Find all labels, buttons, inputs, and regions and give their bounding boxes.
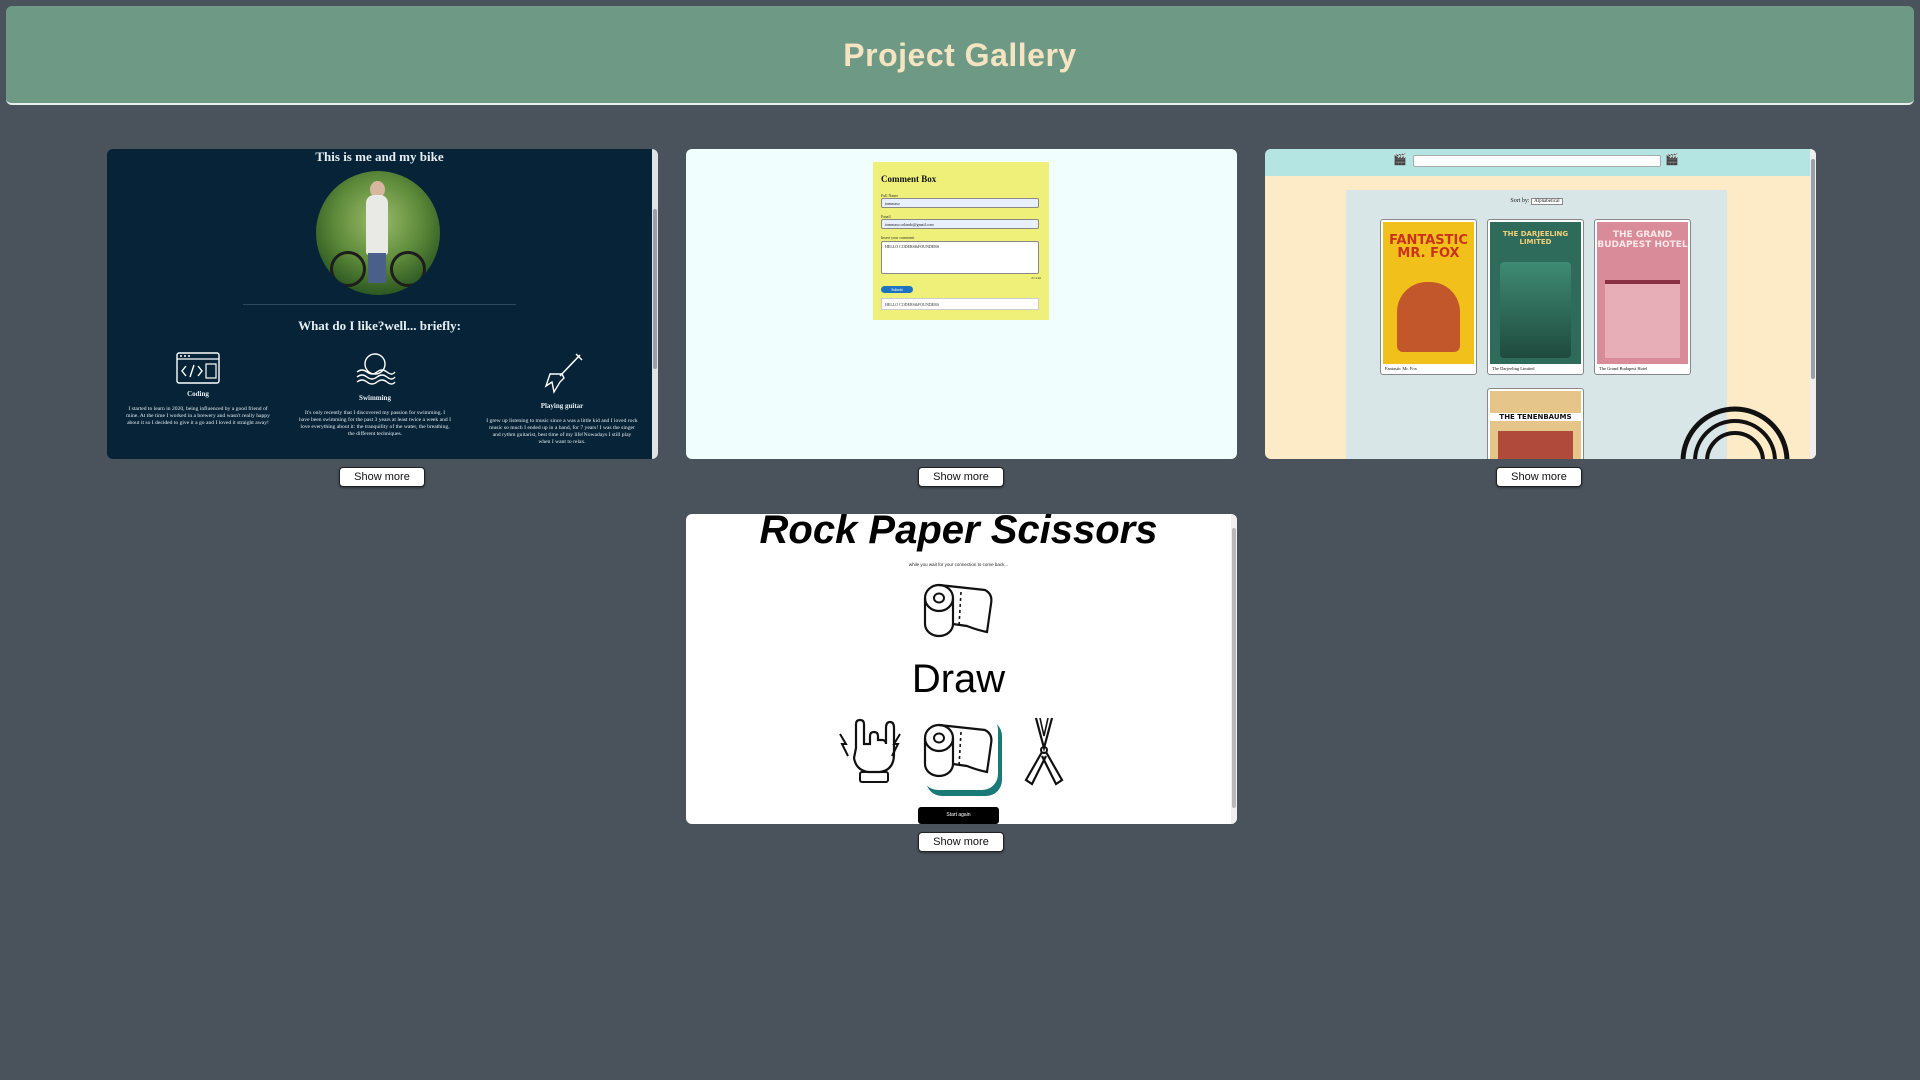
waves-icon [356,353,396,385]
project-card-movie-list[interactable]: 🎬 🎬 Sort by: Alphabetical FANTASTIC MR. … [1265,149,1816,459]
game-result: Draw [911,657,1006,701]
movie-poster: THE GRAND BUDAPEST HOTEL [1597,222,1688,364]
show-more-button[interactable]: Show more [1496,467,1582,487]
search-input[interactable] [1413,155,1661,167]
hobby-title: Swimming [359,394,391,402]
paper-roll-icon [923,583,993,638]
movie-title: The Darjeeling Limited [1492,366,1535,371]
project-card-comment-box[interactable]: Comment Box Full Name tommaso Email tomm… [686,149,1237,459]
email-field[interactable]: tommaso.orlando@gmail.com [881,219,1039,229]
film-reel-icon [1680,406,1790,459]
clapperboard-icon: 🎬 [1393,154,1407,166]
divider [243,304,516,305]
movie-poster: THE TENENBAUMS [1490,391,1581,459]
show-more-button[interactable]: Show more [918,832,1004,852]
page-header: Project Gallery [6,6,1914,105]
hobby-title: Playing guitar [540,402,584,410]
game-title: Rock Paper Scissors [759,514,1158,552]
scrollbar[interactable] [1231,514,1237,824]
comment-box-title: Comment Box [881,174,937,184]
rock-hand-icon[interactable] [834,714,906,786]
hobbies-heading: What do I like?well... briefly: [298,318,461,333]
scissors-icon[interactable] [1014,714,1074,786]
game-note: while you wait for your connection to co… [908,562,1009,567]
page-title: Project Gallery [843,37,1077,73]
full-name-field[interactable]: tommaso [881,198,1039,208]
project-card-rock-paper-scissors[interactable]: Rock Paper Scissors while you wait for y… [686,514,1237,824]
hobby-guitar: Playing guitar I grew up listening to mu… [482,352,642,446]
project-card-about-me[interactable]: This is me and my bike What do I like?we… [107,149,658,459]
posted-comment: HELLO CODERS&FOUNDERS [881,298,1039,310]
hobby-swimming: Swimming It's only recently that I disco… [295,352,455,438]
movie-card[interactable]: FANTASTIC MR. FOX Fantastic Mr. Fox [1380,219,1477,375]
scrollbar[interactable] [1810,149,1816,459]
sort-select[interactable]: Alphabetical [1531,198,1563,205]
search-bar: 🎬 🎬 [1265,149,1816,176]
show-more-button[interactable]: Show more [918,467,1004,487]
guitar-icon [544,353,583,394]
sort-label: Sort by: [1510,198,1530,204]
movie-title: The Grand Budapest Hotel [1599,366,1648,371]
movie-card[interactable]: THE GRAND BUDAPEST HOTEL The Grand Budap… [1594,219,1691,375]
poster-title: THE TENENBAUMS [1490,413,1581,421]
about-title: This is me and my bike [315,149,444,164]
submit-button[interactable]: Submit [881,286,913,293]
comment-box-form: Comment Box Full Name tommaso Email tomm… [873,162,1049,320]
show-more-button[interactable]: Show more [339,467,425,487]
char-counter: 21/140 [1031,276,1041,280]
poster-title: THE GRAND BUDAPEST HOTEL [1597,230,1688,250]
poster-title: THE DARJEELING LIMITED [1502,230,1569,246]
movie-panel: Sort by: Alphabetical FANTASTIC MR. FOX … [1346,190,1727,459]
clapperboard-icon: 🎬 [1665,154,1679,166]
comment-label: Insert your comment [881,235,915,240]
movie-poster: THE DARJEELING LIMITED [1490,222,1581,364]
hobby-text: I grew up listening to music since a was… [486,418,638,445]
hobby-text: I started to learn in 2020, being influe… [126,406,270,426]
movie-card[interactable]: THE TENENBAUMS [1487,388,1584,459]
scrollbar[interactable] [652,149,658,459]
hobby-coding: Coding I started to learn in 2020, being… [118,352,278,427]
hobby-text: It's only recently that I discovered my … [299,410,451,437]
movie-card[interactable]: THE DARJEELING LIMITED The Darjeeling Li… [1487,219,1584,375]
movie-poster: FANTASTIC MR. FOX [1383,222,1474,364]
movie-title: Fantastic Mr. Fox [1385,366,1417,371]
poster-title: FANTASTIC MR. FOX [1389,233,1468,261]
hobby-title: Coding [187,390,209,398]
sort-control: Sort by: Alphabetical [1346,198,1727,205]
profile-photo [316,171,440,295]
comment-textarea[interactable]: HELLO CODERS&FOUNDERS [881,241,1039,274]
start-again-button[interactable]: Start again [918,807,999,824]
code-window-icon [176,352,220,384]
paper-roll-icon[interactable] [923,722,995,778]
